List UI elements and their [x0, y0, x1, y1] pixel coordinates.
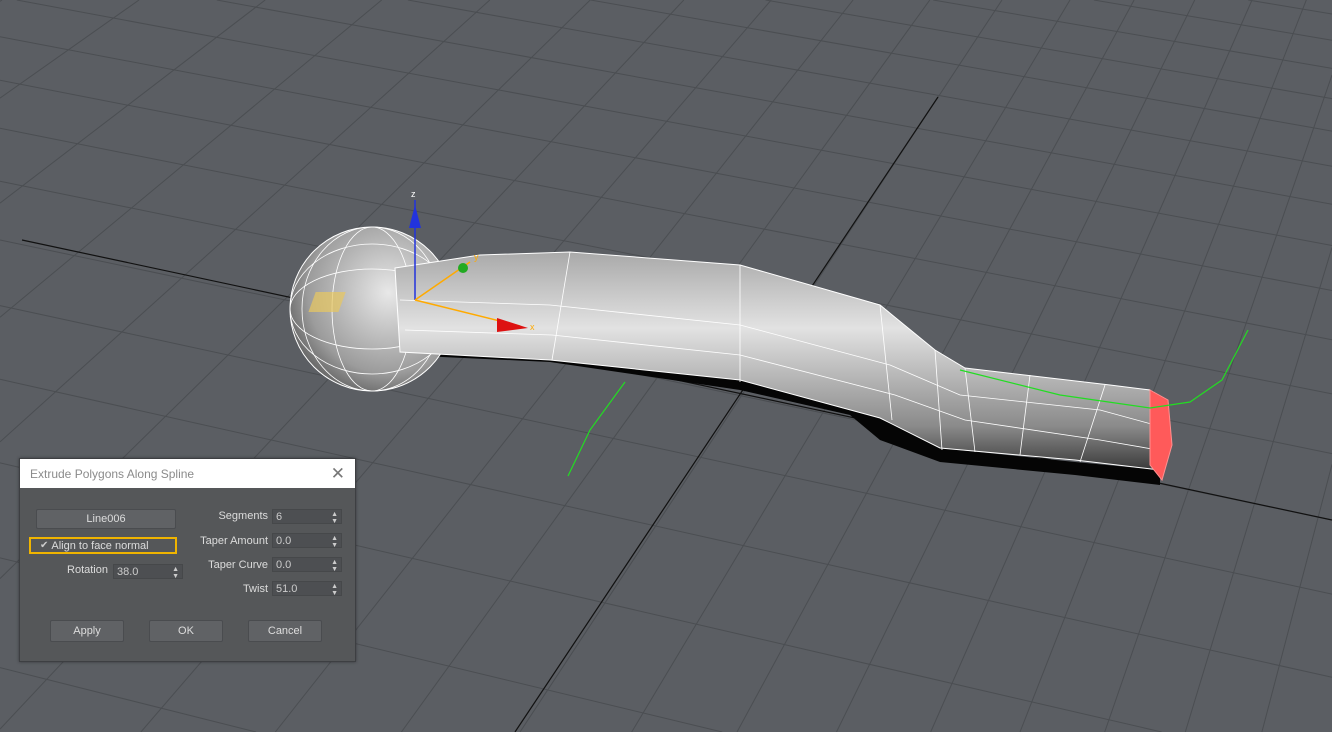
cancel-button[interactable]: Cancel	[248, 620, 322, 642]
taper-amount-spinner[interactable]: 0.0 ▲ ▼	[272, 533, 342, 549]
grid-line	[1248, 0, 1332, 15]
grid-line	[765, 0, 1332, 100]
rotation-value[interactable]: 38.0	[117, 566, 138, 578]
align-label: Align to face normal	[51, 539, 149, 552]
twist-spinner[interactable]: 51.0 ▲ ▼	[272, 581, 342, 597]
grid-line	[0, 36, 1332, 291]
spinner-arrows-icon[interactable]: ▲ ▼	[331, 510, 338, 525]
selected-end-face[interactable]	[1149, 389, 1173, 482]
spinner-arrows-icon[interactable]: ▲ ▼	[331, 558, 338, 573]
twist-value[interactable]: 51.0	[276, 583, 297, 595]
gizmo-z-label: z	[411, 189, 416, 199]
extrude-along-spline-dialog: Extrude Polygons Along Spline ✕ Line006 …	[19, 458, 356, 662]
gizmo-x-label: x	[530, 322, 535, 332]
taper-amount-value[interactable]: 0.0	[276, 535, 291, 547]
ok-button[interactable]: OK	[149, 620, 223, 642]
grid-line	[1019, 0, 1307, 732]
dialog-titlebar[interactable]: Extrude Polygons Along Spline ✕	[20, 459, 355, 488]
taper-amount-label: Taper Amount	[200, 535, 268, 547]
spinner-arrows-icon[interactable]: ▲ ▼	[331, 534, 338, 549]
grid-line	[1184, 247, 1332, 732]
grid-line	[933, 0, 1332, 69]
pick-spline-button[interactable]: Line006	[36, 509, 176, 529]
grid-line	[216, 0, 1332, 205]
taper-curve-value[interactable]: 0.0	[276, 559, 291, 571]
taper-curve-spinner[interactable]: 0.0 ▲ ▼	[272, 557, 342, 573]
gizmo-z-arrow-icon	[409, 205, 421, 228]
dialog-title: Extrude Polygons Along Spline	[30, 466, 195, 481]
checkmark-icon: ✔	[40, 540, 49, 551]
gizmo-y-arrow-icon	[458, 263, 468, 273]
grid-line	[0, 667, 257, 732]
taper-curve-label: Taper Curve	[208, 559, 268, 571]
grid-line	[930, 0, 1253, 732]
apply-button[interactable]: Apply	[50, 620, 124, 642]
rotation-label: Rotation	[67, 564, 108, 576]
spinner-arrows-icon[interactable]: ▲ ▼	[331, 582, 338, 597]
grid-line	[0, 0, 140, 99]
grid-line	[1261, 464, 1332, 732]
extruded-mesh[interactable]	[289, 226, 1173, 485]
segments-label: Segments	[218, 510, 268, 522]
align-to-face-normal-checkbox[interactable]: ✔ Align to face normal	[29, 537, 177, 554]
grid-line	[0, 0, 266, 204]
segments-value[interactable]: 6	[276, 511, 282, 523]
grid-line	[0, 0, 3, 2]
close-icon[interactable]: ✕	[331, 464, 345, 484]
segments-spinner[interactable]: 6 ▲ ▼	[272, 509, 342, 525]
grid-line	[590, 0, 1332, 132]
gizmo-y-label: y	[474, 252, 479, 262]
tube	[394, 251, 1161, 471]
twist-label: Twist	[242, 583, 268, 595]
